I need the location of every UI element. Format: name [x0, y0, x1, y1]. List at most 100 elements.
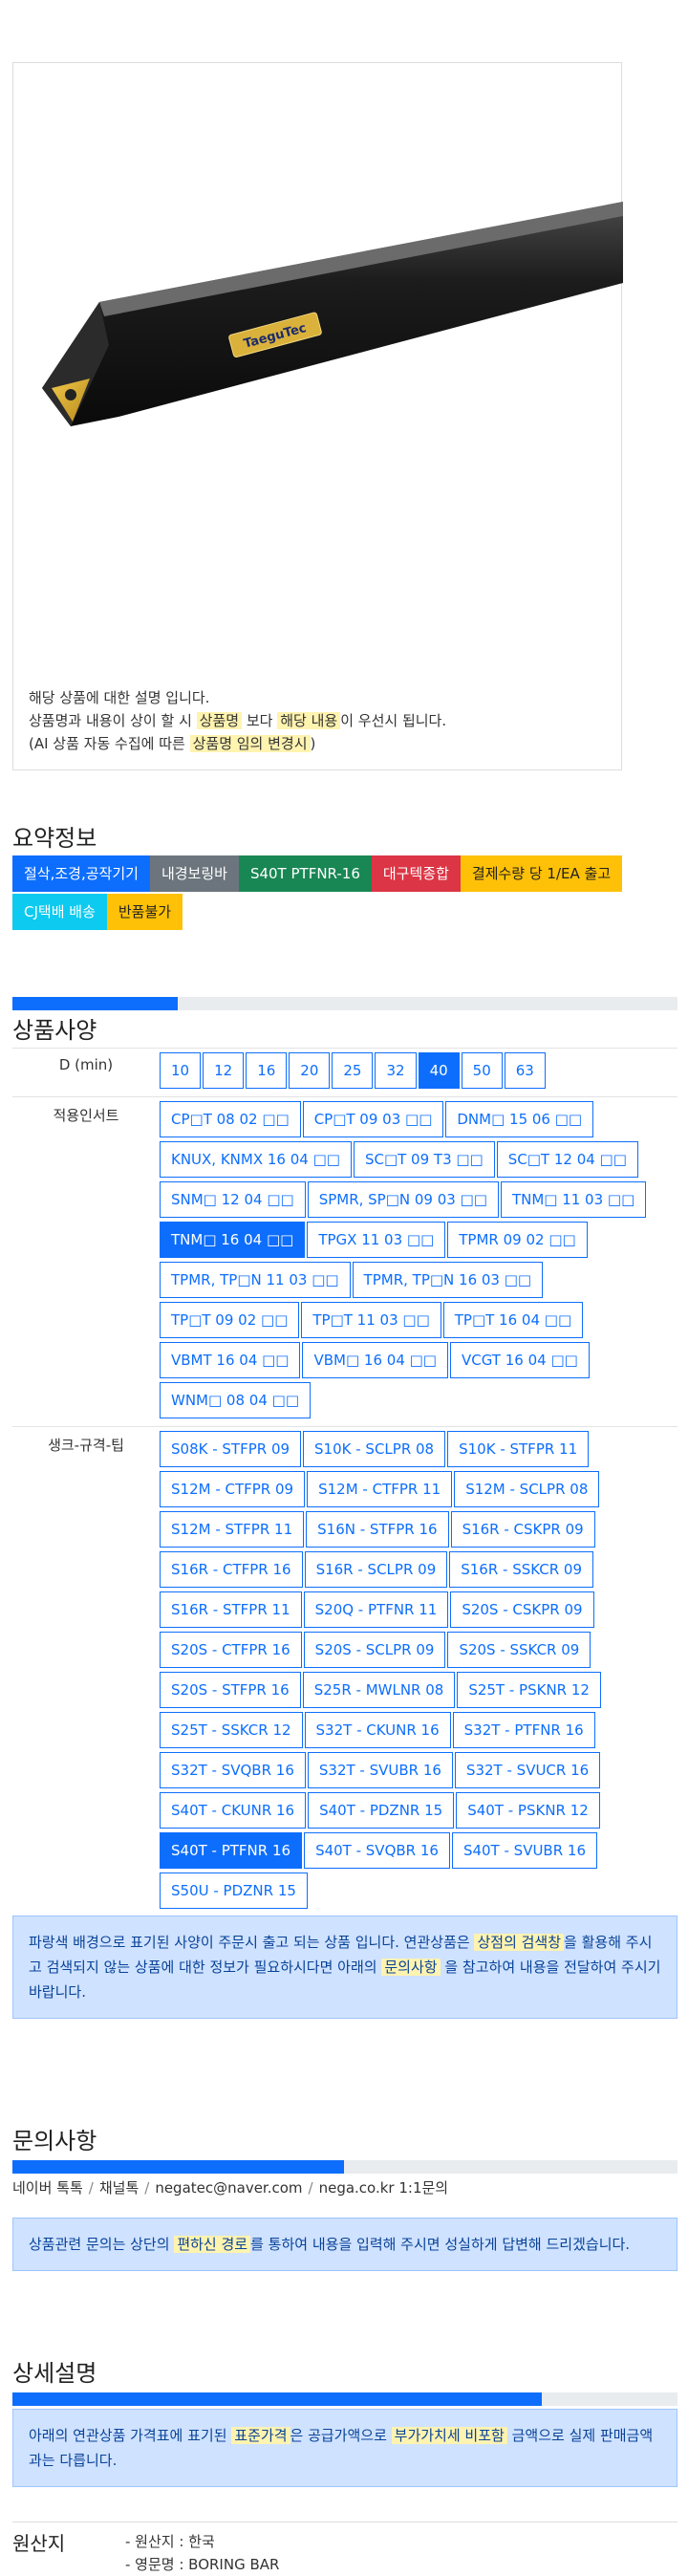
inquiry-links: 네이버 톡톡 / 채널톡 / negatec@naver.com / nega.co.kr …: [12, 2177, 448, 2197]
spec-label-insert: 적용인서트: [12, 1096, 156, 1427]
shank-option-button[interactable]: S16R - SCLPR 09: [304, 1551, 448, 1588]
insert-option-button[interactable]: TPMR, TP□N 11 03 □□: [160, 1262, 351, 1298]
d-option-button[interactable]: 32: [375, 1052, 417, 1089]
insert-option-button[interactable]: TPMR 09 02 □□: [447, 1222, 588, 1258]
summary-title: 요약정보: [12, 825, 97, 852]
shank-option-button[interactable]: S25R - MWLNR 08: [302, 1672, 456, 1708]
inquiry-notice: 상품관련 문의는 상단의 편하신 경로 를 통하여 내용을 입력해 주시면 성실하…: [12, 2218, 677, 2271]
link-separator: /: [88, 2179, 94, 2197]
insert-option-button[interactable]: SPMR, SP□N 09 03 □□: [307, 1181, 499, 1218]
shank-option-button[interactable]: S32T - SVQBR 16: [160, 1752, 306, 1788]
origin-label: 원산지: [12, 2532, 66, 2555]
d-option-button[interactable]: 25: [332, 1052, 374, 1089]
shank-option-button[interactable]: S40T - PSKNR 12: [456, 1792, 600, 1829]
shank-options: S08K - STFPR 09 S10K - SCLPR 08 S10K - STF…: [160, 1431, 677, 1913]
summary-badge: CJ택배 배송: [12, 894, 107, 930]
insert-option-button[interactable]: KNUX, KNMX 16 04 □□: [160, 1141, 352, 1178]
d-option-button[interactable]: 40: [418, 1052, 460, 1089]
shank-option-button[interactable]: S40T - SVUBR 16: [451, 1832, 598, 1869]
product-image: TaeguTec: [42, 202, 623, 426]
insert-option-button[interactable]: TP□T 16 04 □□: [442, 1302, 584, 1338]
summary-badges: 절삭,조경,공작기기 내경보링바 S40T PTFNR-16 대구텍종합 결제수량 당 …: [12, 855, 681, 932]
insert-option-button[interactable]: SC□T 09 T3 □□: [353, 1141, 495, 1178]
insert-option-button[interactable]: SNM□ 12 04 □□: [160, 1181, 306, 1218]
d-options: 10 12 16 20 25 32 40 50 63: [160, 1052, 677, 1093]
shank-option-button[interactable]: S16R - STFPR 11: [160, 1591, 302, 1628]
shank-option-button[interactable]: S12M - STFPR 11: [160, 1511, 305, 1548]
shank-option-button[interactable]: S12M - CTFPR 11: [307, 1471, 453, 1507]
insert-option-button[interactable]: TPGX 11 03 □□: [307, 1222, 446, 1258]
summary-badge: 결제수량 당 1/EA 출고: [460, 855, 623, 892]
shank-option-button[interactable]: S20S - SCLPR 09: [303, 1632, 446, 1668]
shank-option-button[interactable]: S40T - PTFNR 16: [160, 1832, 303, 1869]
d-option-button[interactable]: 16: [246, 1052, 288, 1089]
inquiry-link[interactable]: 네이버 톡톡: [12, 2179, 83, 2197]
inquiry-link[interactable]: 채널톡: [99, 2179, 139, 2197]
shank-option-button[interactable]: S16N - STFPR 16: [306, 1511, 449, 1548]
shank-option-button[interactable]: S12M - CTFPR 09: [160, 1471, 306, 1507]
origin-section: 원산지 - 원산지 : 한국 - 영문명 : BORING BAR: [12, 2522, 677, 2573]
shank-option-button[interactable]: S40T - SVQBR 16: [304, 1832, 450, 1869]
shank-option-button[interactable]: S20Q - PTFNR 11: [303, 1591, 449, 1628]
d-option-button[interactable]: 12: [203, 1052, 245, 1089]
insert-option-button[interactable]: SC□T 12 04 □□: [496, 1141, 638, 1178]
shank-option-button[interactable]: S16R - CTFPR 16: [160, 1551, 303, 1588]
shank-option-button[interactable]: S08K - STFPR 09: [160, 1431, 302, 1467]
d-option-button[interactable]: 10: [160, 1052, 202, 1089]
insert-option-button[interactable]: DNM□ 15 06 □□: [445, 1101, 594, 1137]
insert-options: CP□T 08 02 □□ CP□T 09 03 □□ DNM□ 15 06 □□ K…: [160, 1101, 677, 1422]
specs-table: D (min) 10 12 16 20 25 32 40 50 63 적용인서트 CP□T 08…: [12, 1048, 677, 1917]
specs-progress-bar: [12, 997, 677, 1010]
inquiry-link[interactable]: nega.co.kr 1:1문의: [319, 2179, 449, 2197]
shank-option-button[interactable]: S32T - CKUNR 16: [304, 1712, 451, 1748]
shank-option-button[interactable]: S25T - SSKCR 12: [160, 1712, 303, 1748]
link-separator: /: [144, 2179, 150, 2197]
insert-option-button[interactable]: VBM□ 16 04 □□: [302, 1342, 448, 1378]
insert-option-button[interactable]: CP□T 08 02 □□: [160, 1101, 301, 1137]
inquiry-title: 문의사항: [12, 2128, 97, 2154]
desc-line-1: 해당 상품에 대한 설명 입니다.: [29, 689, 210, 706]
summary-badge: 절삭,조경,공작기기: [12, 855, 150, 892]
shank-option-button[interactable]: S20S - CTFPR 16: [160, 1632, 302, 1668]
shank-option-button[interactable]: S16R - CSKPR 09: [450, 1511, 595, 1548]
shank-option-button[interactable]: S10K - STFPR 11: [447, 1431, 590, 1467]
insert-option-button[interactable]: CP□T 09 03 □□: [302, 1101, 444, 1137]
shank-option-button[interactable]: S40T - PDZNR 15: [308, 1792, 455, 1829]
insert-option-button[interactable]: TNM□ 11 03 □□: [500, 1181, 647, 1218]
insert-option-button[interactable]: VBMT 16 04 □□: [160, 1342, 301, 1378]
shank-option-button[interactable]: S32T - PTFNR 16: [452, 1712, 595, 1748]
shank-option-button[interactable]: S16R - SSKCR 09: [449, 1551, 594, 1588]
shank-option-button[interactable]: S32T - SVUCR 16: [454, 1752, 601, 1788]
summary-badge: 반품불가: [106, 894, 183, 930]
d-option-button[interactable]: 63: [504, 1052, 546, 1089]
shank-option-button[interactable]: S20S - STFPR 16: [160, 1672, 301, 1708]
d-option-button[interactable]: 20: [289, 1052, 331, 1089]
shank-option-button[interactable]: S10K - SCLPR 08: [303, 1431, 446, 1467]
spec-label-d: D (min): [12, 1048, 156, 1097]
insert-option-button[interactable]: VCGT 16 04 □□: [449, 1342, 590, 1378]
insert-option-button[interactable]: WNM□ 08 04 □□: [160, 1382, 311, 1418]
inquiry-link[interactable]: negatec@naver.com: [155, 2179, 302, 2197]
origin-country: - 원산지 : 한국: [125, 2533, 215, 2550]
desc-line-3: (AI 상품 자동 수집에 따른 상품명 임의 변경시): [29, 735, 316, 752]
link-separator: /: [308, 2179, 313, 2197]
shank-option-button[interactable]: S25T - PSKNR 12: [457, 1672, 601, 1708]
specs-title: 상품사양: [12, 1017, 97, 1044]
insert-option-button[interactable]: TP□T 09 02 □□: [160, 1302, 300, 1338]
spec-row-shank: 생크-규격-팁 S08K - STFPR 09 S10K - SCLPR 08 S1…: [12, 1426, 677, 1917]
shank-option-button[interactable]: S32T - SVUBR 16: [307, 1752, 453, 1788]
shank-option-button[interactable]: S20S - SSKCR 09: [447, 1632, 591, 1668]
detail-progress-bar: [12, 2392, 677, 2406]
insert-option-button[interactable]: TNM□ 16 04 □□: [160, 1222, 306, 1258]
shank-option-button[interactable]: S20S - CSKPR 09: [450, 1591, 594, 1628]
shank-option-button[interactable]: S50U - PDZNR 15: [160, 1872, 308, 1909]
detail-notice: 아래의 연관상품 가격표에 표기된 표준가격 은 공급가액으로 부가가치세 비포함…: [12, 2409, 677, 2487]
specs-notice: 파랑색 배경으로 표기된 사양이 주문시 출고 되는 상품 입니다. 연관상품은…: [12, 1916, 677, 2019]
shank-option-button[interactable]: S40T - CKUNR 16: [160, 1792, 307, 1829]
d-option-button[interactable]: 50: [461, 1052, 503, 1089]
summary-badge: 내경보링바: [149, 855, 239, 892]
spec-row-insert: 적용인서트 CP□T 08 02 □□ CP□T 09 03 □□ DNM□ 15 …: [12, 1096, 677, 1427]
insert-option-button[interactable]: TPMR, TP□N 16 03 □□: [352, 1262, 544, 1298]
insert-option-button[interactable]: TP□T 11 03 □□: [301, 1302, 441, 1338]
shank-option-button[interactable]: S12M - SCLPR 08: [454, 1471, 600, 1507]
